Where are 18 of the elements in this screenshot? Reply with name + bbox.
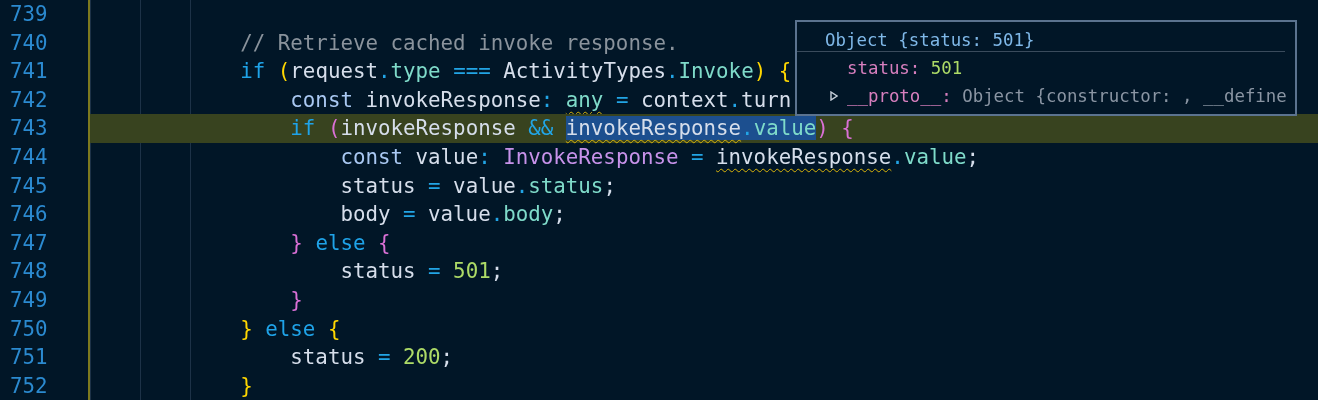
line-number: 748 <box>9 258 49 286</box>
line-number: 746 <box>9 201 49 229</box>
hover-title: Object {status: 501} <box>797 22 1285 52</box>
property-entry: __proto__: Object {constructor: , __define <box>847 86 1287 106</box>
line-number: 739 <box>9 1 49 28</box>
line-number: 745 <box>9 172 49 200</box>
property-entry: status: 501 <box>847 58 963 78</box>
line-number: 750 <box>9 315 49 343</box>
expand-triangle-icon[interactable] <box>830 91 838 101</box>
line-number: 743 <box>9 115 49 143</box>
line-number: 741 <box>9 58 49 86</box>
line-number: 751 <box>9 344 49 372</box>
line-number: 747 <box>9 229 49 257</box>
line-number: 749 <box>9 286 49 314</box>
line-number: 752 <box>9 372 49 400</box>
line-number: 742 <box>9 86 49 114</box>
line-number: 744 <box>9 143 49 171</box>
line-number: 740 <box>9 29 49 57</box>
